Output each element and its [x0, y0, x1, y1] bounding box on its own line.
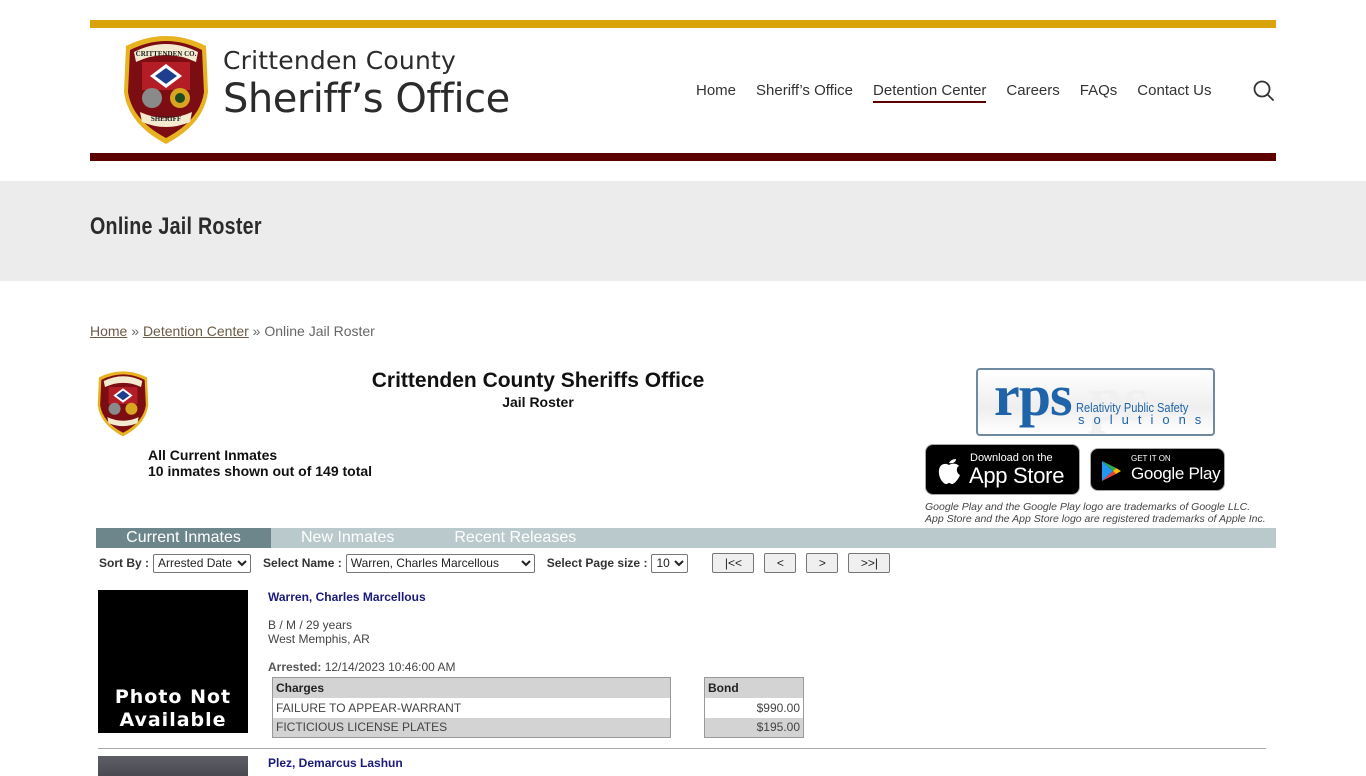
- photo-not-available-text: Photo Not Available: [98, 686, 248, 732]
- inmate-name-link[interactable]: Warren, Charles Marcellous: [268, 590, 426, 604]
- brand-wordmark[interactable]: Crittenden County Sheriff’s Office: [223, 46, 510, 122]
- arrested-label: Arrested:: [268, 660, 322, 674]
- page-size-label: Select Page size :: [546, 556, 648, 570]
- nav-home[interactable]: Home: [696, 82, 736, 103]
- page-title: Online Jail Roster: [90, 213, 262, 240]
- inmate-photo: [98, 756, 248, 776]
- sheriff-badge-logo[interactable]: CRITTENDEN CO. SHERIFF: [120, 32, 212, 145]
- main-nav: Home Sheriff’s Office Detention Center C…: [696, 82, 1212, 103]
- inmate-location: West Memphis, AR: [268, 632, 370, 646]
- inmate-divider: [98, 748, 1266, 749]
- prev-page-button[interactable]: <: [764, 553, 797, 573]
- trademark-notice: Google Play and the Google Play logo are…: [925, 501, 1266, 525]
- rps-logo-mark: rps: [994, 368, 1073, 428]
- inmate-demographics: B / M / 29 years West Memphis, AR: [268, 618, 370, 646]
- last-page-button[interactable]: >>|: [848, 553, 891, 573]
- roster-info: All Current Inmates 10 inmates shown out…: [148, 447, 372, 479]
- charges-header: Charges: [272, 677, 671, 698]
- breadcrumb-separator: »: [131, 323, 140, 339]
- google-play-big-text: Google Play: [1131, 464, 1221, 483]
- nav-careers[interactable]: Careers: [1006, 82, 1059, 103]
- rps-logo-line-2: solutions: [1078, 412, 1211, 427]
- bond-table: Bond $990.00 $195.00: [704, 677, 804, 738]
- trademark-apple: App Store and the App Store logo are reg…: [925, 513, 1266, 525]
- google-play-badge[interactable]: GET IT ON Google Play: [1090, 448, 1225, 491]
- photo-text-line-1: Photo Not: [114, 686, 232, 708]
- breadcrumb-home[interactable]: Home: [90, 323, 127, 339]
- header-bottom-bar: [90, 153, 1276, 161]
- charges-table: Charges FAILURE TO APPEAR-WARRANT FICTIC…: [272, 677, 671, 738]
- breadcrumb-detention-center[interactable]: Detention Center: [143, 323, 249, 339]
- app-store-badge[interactable]: Download on the App Store: [925, 444, 1080, 495]
- photo-text-line-2: Available: [119, 709, 227, 731]
- breadcrumb-current: Online Jail Roster: [264, 323, 375, 339]
- inmate-race-sex-age: B / M / 29 years: [268, 618, 353, 632]
- inmate-photo-placeholder: Photo Not Available: [98, 590, 248, 733]
- tab-new-inmates[interactable]: New Inmates: [271, 528, 424, 548]
- brand-line-2: Sheriff’s Office: [223, 76, 510, 122]
- nav-sheriffs-office[interactable]: Sheriff’s Office: [756, 82, 853, 103]
- next-page-button[interactable]: >: [806, 553, 839, 573]
- bond-row: $195.00: [704, 717, 804, 738]
- bond-row: $990.00: [705, 698, 804, 718]
- nav-detention-center[interactable]: Detention Center: [873, 82, 987, 103]
- page-size-select[interactable]: 10: [651, 553, 689, 573]
- charge-cell: FICTICIOUS LICENSE PLATES: [272, 717, 671, 738]
- first-page-button[interactable]: |<<: [712, 553, 755, 573]
- breadcrumb-separator: »: [252, 323, 261, 339]
- google-play-icon: [1102, 461, 1121, 481]
- page-title-band: Online Jail Roster: [0, 181, 1366, 281]
- roster-tabs: Current Inmates New Inmates Recent Relea…: [96, 528, 1276, 548]
- sort-by-select[interactable]: Arrested Date: [153, 553, 252, 573]
- tab-recent-releases[interactable]: Recent Releases: [424, 528, 606, 548]
- roster-controls: Sort By : Arrested Date Select Name : Wa…: [99, 553, 891, 573]
- google-play-small-text: GET IT ON: [1131, 454, 1171, 463]
- site-header: CRITTENDEN CO. SHERIFF Crittenden County…: [90, 20, 1276, 161]
- brand-line-1: Crittenden County: [223, 46, 456, 75]
- select-name-select[interactable]: Warren, Charles Marcellous: [345, 553, 535, 573]
- rps-logo[interactable]: ps rps Relativity Public Safety solution…: [976, 368, 1215, 436]
- charge-cell: FAILURE TO APPEAR-WARRANT: [276, 700, 462, 715]
- inmate-arrest-date: Arrested: 12/14/2023 10:46:00 AM: [268, 660, 455, 674]
- bond-cell: $990.00: [756, 700, 800, 715]
- nav-contact-us[interactable]: Contact Us: [1137, 82, 1211, 103]
- roster-count: 10 inmates shown out of 149 total: [148, 463, 373, 479]
- roster-title: Crittenden County Sheriffs Office: [371, 369, 705, 392]
- tab-current-inmates[interactable]: Current Inmates: [96, 528, 271, 548]
- charge-row: FAILURE TO APPEAR-WARRANT: [273, 698, 671, 718]
- bond-header: Bond: [704, 677, 804, 698]
- charge-row: FICTICIOUS LICENSE PLATES: [272, 717, 671, 738]
- sort-by-label: Sort By :: [99, 556, 150, 570]
- breadcrumb: Home » Detention Center » Online Jail Ro…: [90, 323, 375, 339]
- roster-subtitle: Jail Roster: [502, 394, 574, 410]
- roster-filter-label: All Current Inmates: [148, 447, 278, 463]
- svg-text:CRITTENDEN CO.: CRITTENDEN CO.: [136, 50, 197, 58]
- header-top-bar: [90, 20, 1276, 28]
- app-store-big-text: App Store: [969, 463, 1065, 488]
- nav-faqs[interactable]: FAQs: [1080, 82, 1118, 103]
- select-name-label: Select Name :: [263, 556, 342, 570]
- apple-icon: [938, 459, 960, 484]
- trademark-google: Google Play and the Google Play logo are…: [925, 501, 1251, 513]
- bond-cell: $195.00: [704, 717, 804, 738]
- svg-text:SHERIFF: SHERIFF: [151, 115, 181, 123]
- search-icon[interactable]: [1252, 79, 1276, 103]
- arrested-value: 12/14/2023 10:46:00 AM: [324, 660, 456, 674]
